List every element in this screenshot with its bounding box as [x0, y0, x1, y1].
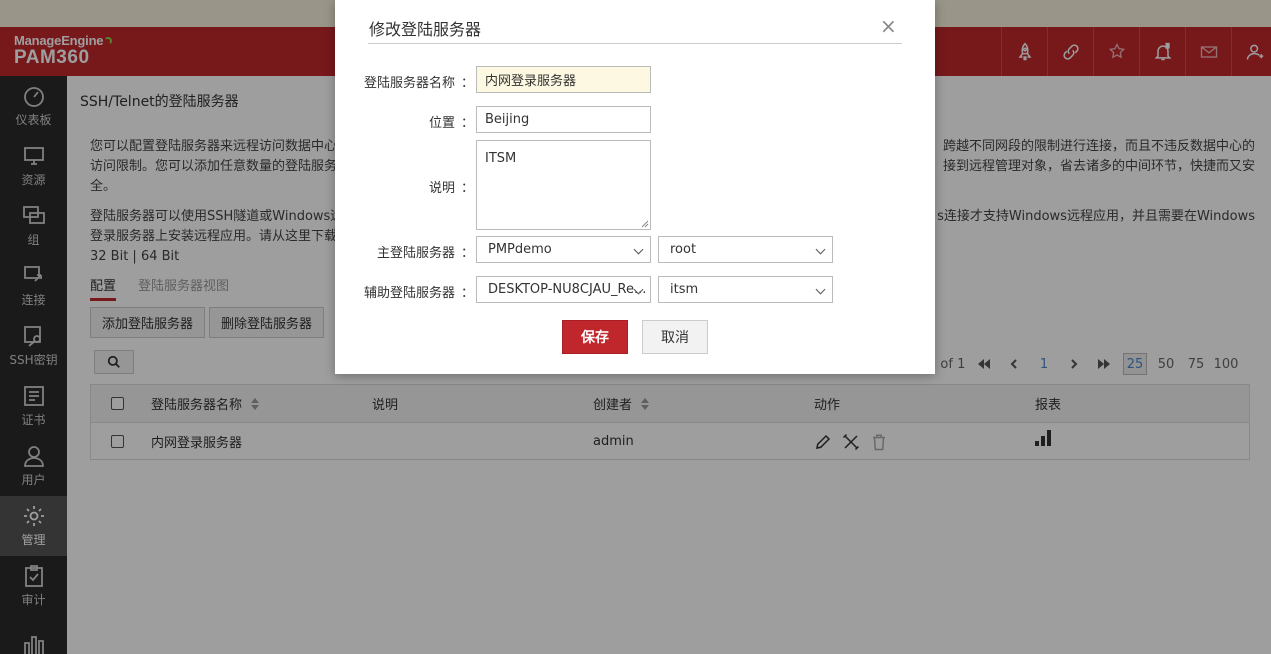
cancel-button[interactable]: 取消 — [642, 320, 708, 354]
description-value: ITSM — [485, 151, 517, 166]
description-textarea[interactable]: ITSM — [476, 140, 651, 230]
location-input[interactable]: Beijing — [476, 106, 651, 133]
secondary-server-label: 辅助登陆服务器 — [363, 286, 455, 301]
secondary-account-select[interactable]: itsm — [658, 276, 833, 303]
secondary-server-value: DESKTOP-NU8CJAU_Re... — [488, 282, 647, 297]
description-label: 说明 — [428, 181, 455, 196]
secondary-account-value: itsm — [670, 282, 699, 297]
edit-server-dialog: 修改登陆服务器 × 登陆服务器名称 ： 内网登录服务器 位置 ： Beijing… — [335, 0, 935, 374]
colon: ： — [461, 181, 475, 196]
chevron-down-icon — [815, 244, 826, 255]
primary-account-select[interactable]: root — [658, 236, 833, 263]
colon: ： — [461, 116, 475, 131]
close-icon[interactable]: × — [880, 14, 897, 38]
secondary-server-select[interactable]: DESKTOP-NU8CJAU_Re... — [476, 276, 651, 303]
colon: ： — [461, 286, 475, 301]
resize-handle-icon[interactable] — [641, 220, 649, 228]
name-label: 登陆服务器名称 — [363, 76, 455, 91]
location-label: 位置 — [428, 116, 455, 131]
save-button[interactable]: 保存 — [562, 320, 628, 354]
chevron-down-icon — [633, 244, 644, 255]
primary-server-value: PMPdemo — [488, 242, 552, 257]
primary-server-label: 主登陆服务器 — [376, 246, 455, 261]
server-name-input[interactable]: 内网登录服务器 — [476, 66, 651, 93]
primary-account-value: root — [670, 242, 697, 257]
colon: ： — [461, 246, 475, 261]
dialog-title: 修改登陆服务器 — [369, 20, 482, 39]
chevron-down-icon — [815, 284, 826, 295]
primary-server-select[interactable]: PMPdemo — [476, 236, 651, 263]
colon: ： — [461, 76, 475, 91]
dialog-divider — [368, 43, 902, 44]
